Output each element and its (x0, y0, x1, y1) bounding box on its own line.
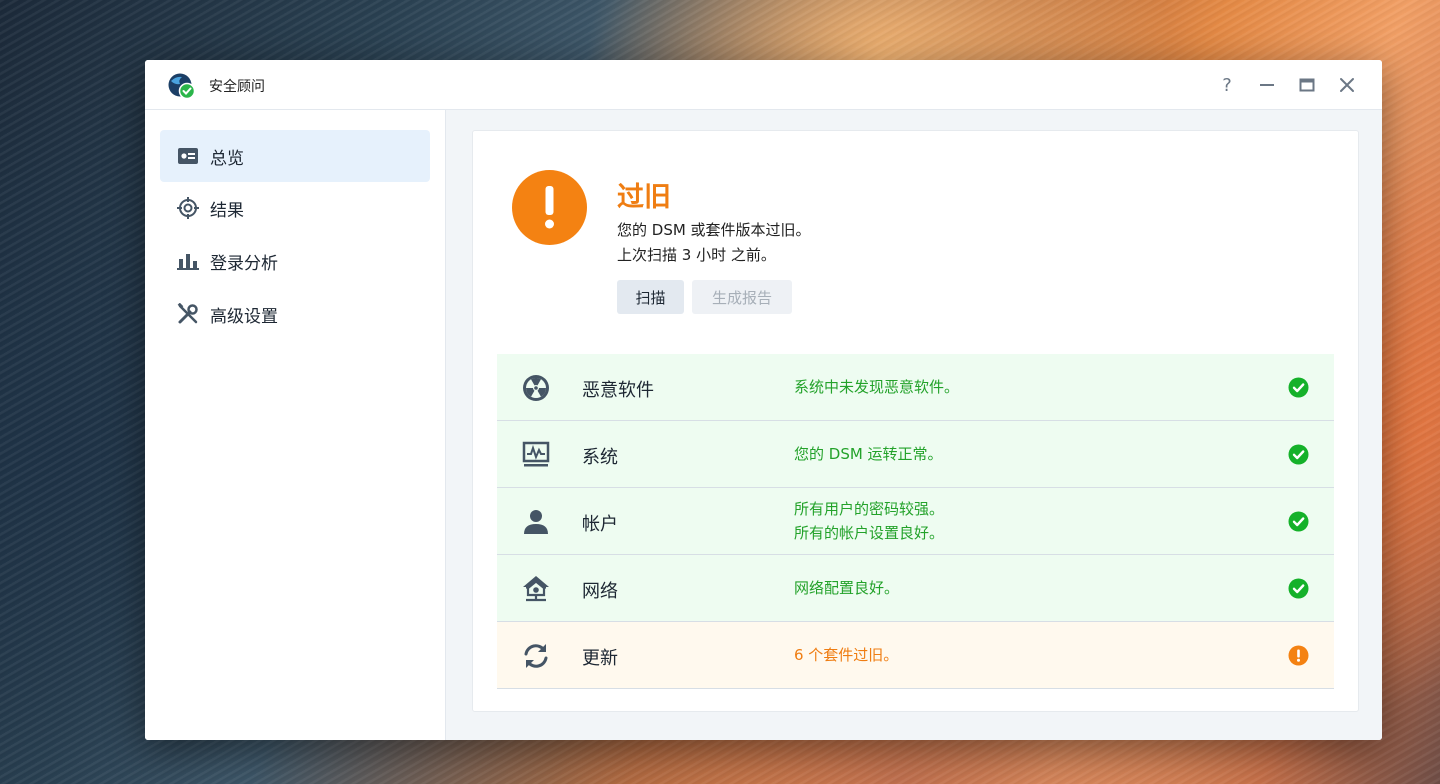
check-message: 所有用户的密码较强。 (794, 500, 945, 518)
close-button[interactable] (1335, 73, 1359, 97)
sidebar-item-results[interactable]: 结果 (160, 182, 430, 234)
sidebar-item-label: 结果 (210, 200, 244, 221)
security-advisor-app-icon (168, 73, 195, 99)
sidebar: 总览 结果 登录分析 高级设置 (145, 110, 446, 740)
security-advisor-window: 安全顾问 ? 总览 结果 登录分析 高级设置 过旧 您的 DSM 或套件版本过旧… (145, 60, 1382, 740)
target-icon (176, 196, 200, 220)
generate-report-button[interactable]: 生成报告 (692, 280, 792, 314)
exclamation-icon (545, 186, 554, 229)
status-title: 过旧 (617, 182, 671, 213)
check-message: 您的 DSM 运转正常。 (794, 445, 943, 463)
window-title: 安全顾问 (209, 79, 265, 95)
check-name: 系统 (582, 447, 618, 468)
check-row-system[interactable]: 系统 您的 DSM 运转正常。 (497, 421, 1334, 488)
maximize-icon (1299, 78, 1315, 92)
overview-card-icon (176, 144, 200, 168)
check-message: 系统中未发现恶意软件。 (794, 378, 960, 396)
check-row-update[interactable]: 更新 6 个套件过旧。 (497, 622, 1334, 689)
check-message: 所有的帐户设置良好。 (794, 524, 945, 542)
check-name: 帐户 (582, 514, 618, 535)
scan-button[interactable]: 扫描 (617, 280, 684, 314)
minimize-icon (1260, 84, 1274, 86)
sidebar-item-label: 高级设置 (210, 306, 278, 327)
check-name: 恶意软件 (582, 380, 654, 401)
last-scan-time: 上次扫描 3 小时 之前。 (617, 246, 776, 264)
bar-chart-icon (176, 249, 200, 273)
status-description: 您的 DSM 或套件版本过旧。 (617, 221, 811, 239)
sidebar-item-advanced-settings[interactable]: 高级设置 (160, 288, 430, 340)
check-message: 网络配置良好。 (794, 579, 900, 597)
refresh-icon (521, 641, 551, 671)
check-row-network[interactable]: 网络 网络配置良好。 (497, 555, 1334, 622)
sidebar-item-overview[interactable]: 总览 (160, 130, 430, 182)
user-icon (521, 507, 551, 537)
check-circle-icon (1288, 578, 1309, 599)
check-list: 恶意软件 系统中未发现恶意软件。 系统 您的 DSM 运转正常。 帐户 所有用户… (497, 354, 1334, 689)
system-monitor-icon (521, 440, 551, 470)
check-circle-icon (1288, 377, 1309, 398)
check-circle-icon (1288, 444, 1309, 465)
warning-circle-icon (1288, 645, 1309, 666)
help-button[interactable]: ? (1215, 73, 1239, 97)
check-message: 6 个套件过旧。 (794, 646, 899, 664)
sidebar-item-login-analysis[interactable]: 登录分析 (160, 235, 430, 287)
tools-icon (176, 302, 200, 326)
sidebar-item-label: 登录分析 (210, 253, 278, 274)
home-network-icon (521, 574, 551, 604)
check-name: 更新 (582, 648, 618, 669)
check-row-malware[interactable]: 恶意软件 系统中未发现恶意软件。 (497, 354, 1334, 421)
overview-card: 过旧 您的 DSM 或套件版本过旧。 上次扫描 3 小时 之前。 扫描 生成报告… (472, 130, 1359, 712)
sidebar-item-label: 总览 (210, 148, 244, 169)
check-name: 网络 (582, 581, 618, 602)
check-circle-icon (1288, 511, 1309, 532)
close-icon (1340, 78, 1354, 92)
minimize-button[interactable] (1255, 73, 1279, 97)
status-indicator (512, 170, 587, 245)
help-icon: ? (1222, 74, 1232, 96)
title-bar: 安全顾问 ? (145, 60, 1382, 110)
radiation-icon (521, 373, 551, 403)
maximize-button[interactable] (1295, 73, 1319, 97)
main-content: 过旧 您的 DSM 或套件版本过旧。 上次扫描 3 小时 之前。 扫描 生成报告… (446, 110, 1382, 740)
check-row-account[interactable]: 帐户 所有用户的密码较强。 所有的帐户设置良好。 (497, 488, 1334, 555)
